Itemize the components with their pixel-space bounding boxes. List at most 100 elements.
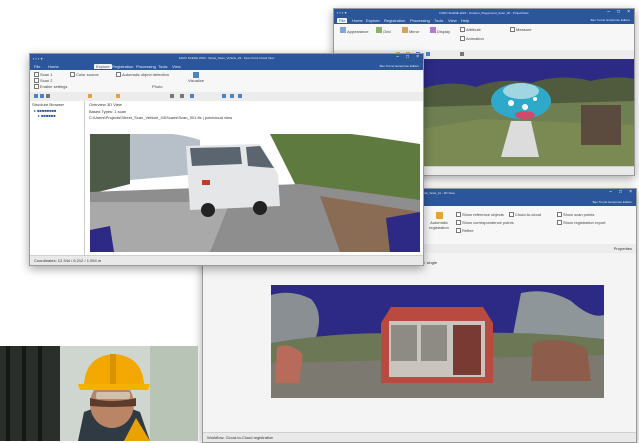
tab-explore[interactable]: Explore bbox=[94, 64, 112, 69]
checkbox[interactable] bbox=[460, 27, 465, 33]
ribbon-measure[interactable]: Measure bbox=[510, 27, 532, 33]
checkbox[interactable] bbox=[116, 72, 121, 78]
ribbon-cloud-to-cloud[interactable]: Cloud-to-cloud bbox=[509, 212, 541, 218]
ribbon-enable-settings[interactable]: Enable settings bbox=[34, 84, 68, 90]
ribbon-label: Show scan points bbox=[563, 212, 595, 217]
close-icon[interactable]: × bbox=[416, 54, 419, 60]
ribbon-automatic-registration[interactable]: Automatic registration bbox=[427, 212, 451, 230]
scan-viewport[interactable]: Based Types: 1 scan C:\Users\Projects\Si… bbox=[203, 253, 636, 433]
view-tab-3d[interactable]: 3D View bbox=[107, 102, 122, 107]
tool-icon[interactable] bbox=[230, 94, 234, 98]
ribbon-scan-1[interactable]: Scan 1 bbox=[34, 72, 53, 78]
tool-icon[interactable] bbox=[426, 52, 430, 56]
checkbox[interactable] bbox=[34, 84, 39, 90]
tab-help[interactable]: Help bbox=[461, 18, 469, 23]
tool-icon[interactable] bbox=[46, 94, 50, 98]
scan-viewport[interactable] bbox=[421, 59, 634, 167]
ribbon-show-reference-objects[interactable]: Show reference objects bbox=[456, 212, 504, 218]
ribbon-grid[interactable]: Grid bbox=[376, 27, 391, 34]
tab-file[interactable]: File bbox=[34, 64, 40, 69]
tab-tools[interactable]: Tools bbox=[158, 64, 167, 69]
tool-icon[interactable] bbox=[190, 94, 194, 98]
playground-point-cloud[interactable] bbox=[421, 59, 634, 167]
ribbon-refine[interactable]: Refine bbox=[456, 228, 474, 234]
ribbon-color-source[interactable]: Color source bbox=[70, 72, 99, 78]
close-icon[interactable]: × bbox=[627, 9, 630, 15]
ribbon-visualize[interactable]: Visualize bbox=[188, 72, 204, 83]
tool-icon[interactable] bbox=[238, 94, 242, 98]
maximize-icon[interactable]: □ bbox=[619, 189, 622, 195]
engineer-photo-image bbox=[0, 346, 198, 441]
checkbox[interactable] bbox=[456, 212, 461, 218]
ribbon-display[interactable]: Display bbox=[430, 27, 450, 34]
checkbox[interactable] bbox=[557, 220, 562, 226]
palette-icon bbox=[340, 27, 346, 33]
tool-icon[interactable] bbox=[40, 94, 44, 98]
tool-icon[interactable] bbox=[222, 94, 226, 98]
checkbox[interactable] bbox=[34, 78, 39, 84]
ribbon-label: Display bbox=[437, 29, 451, 34]
tab-registration[interactable]: Registration bbox=[112, 64, 133, 69]
structure-browser[interactable]: Structure Browser ▸ ■■■■■■■■ ▸ ■■■■■■ bbox=[30, 101, 85, 256]
tab-file[interactable]: File bbox=[337, 18, 348, 23]
tool-icon[interactable] bbox=[460, 52, 464, 56]
checkbox[interactable] bbox=[456, 228, 461, 234]
ribbon-appearance[interactable]: Appearance bbox=[340, 27, 369, 34]
checkbox[interactable] bbox=[34, 72, 39, 78]
tool-icon[interactable] bbox=[116, 94, 120, 98]
ribbon-mirror[interactable]: Mirror bbox=[402, 27, 419, 34]
tab-view[interactable]: View bbox=[172, 64, 181, 69]
checkbox[interactable] bbox=[70, 72, 75, 78]
minimize-icon[interactable]: – bbox=[609, 189, 612, 195]
view-tab-overview[interactable]: Overview bbox=[89, 102, 106, 107]
ribbon: Appearance Grid Mirror Display Attribute… bbox=[334, 24, 634, 51]
checkbox[interactable] bbox=[460, 36, 465, 42]
tab-home[interactable]: Home bbox=[352, 18, 363, 23]
scan-viewport[interactable]: Overview 3D View Based Types: 1 scan C:\… bbox=[85, 101, 423, 256]
ribbon-label: Automatic registration bbox=[429, 220, 449, 230]
tab-processing[interactable]: Processing bbox=[136, 64, 156, 69]
ribbon-show-registration-report[interactable]: Show registration report bbox=[557, 220, 605, 226]
tab-processing[interactable]: Processing bbox=[410, 18, 430, 23]
maximize-icon[interactable]: □ bbox=[617, 9, 620, 15]
checkbox[interactable] bbox=[456, 220, 461, 226]
tree-node[interactable]: ▸ ■■■■■■ bbox=[38, 113, 56, 118]
title-bar: ▪ ▪ ▪ ▾ FARO SCENE 2023 - Outdoor_Playgr… bbox=[334, 9, 634, 17]
vehicle-point-cloud[interactable] bbox=[90, 134, 420, 252]
maximize-icon[interactable]: □ bbox=[406, 54, 409, 60]
tool-icon[interactable] bbox=[88, 94, 92, 98]
close-icon[interactable]: × bbox=[629, 189, 632, 195]
panel-title: Structure Browser bbox=[32, 102, 65, 107]
registration-icon bbox=[435, 212, 443, 219]
ribbon-animation[interactable]: Animation bbox=[460, 36, 484, 42]
tab-tools[interactable]: Tools bbox=[434, 18, 443, 23]
ribbon-attribute[interactable]: Attribute bbox=[460, 27, 481, 33]
tab-home[interactable]: Home bbox=[48, 64, 59, 69]
tool-icon[interactable] bbox=[180, 94, 184, 98]
checkbox[interactable] bbox=[557, 212, 562, 218]
ribbon-label: Animation bbox=[466, 36, 484, 41]
user-label: Ben Turner Enterprise Edition bbox=[590, 18, 630, 22]
minimize-icon[interactable]: – bbox=[607, 9, 610, 15]
tool-icon[interactable] bbox=[34, 94, 38, 98]
tool-icon[interactable] bbox=[170, 94, 174, 98]
ribbon-label: Scan 1 bbox=[40, 72, 53, 77]
ribbon-label: Visualize bbox=[188, 78, 204, 83]
tab-registration[interactable]: Registration bbox=[384, 18, 405, 23]
ribbon-show-correspondence-points[interactable]: Show correspondence points bbox=[456, 220, 514, 226]
scan-label: Based Types: 1 scan bbox=[89, 109, 127, 114]
checkbox[interactable] bbox=[510, 27, 515, 33]
ribbon-photo[interactable]: Photo bbox=[152, 84, 162, 89]
tab-view[interactable]: View bbox=[448, 18, 457, 23]
ribbon-label: Attribute bbox=[466, 27, 481, 32]
ribbon-automatic-object-detection[interactable]: Automatic object detection bbox=[116, 72, 169, 78]
minimize-icon[interactable]: – bbox=[396, 54, 399, 60]
ribbon-scan-2[interactable]: Scan 2 bbox=[34, 78, 52, 84]
ribbon-show-scan-points[interactable]: Show scan points bbox=[557, 212, 595, 218]
ribbon-label: Enable settings bbox=[40, 84, 68, 89]
window-title: FARO SCENE 2023 - Street_Scan_Vehicle_03… bbox=[178, 56, 275, 60]
checkbox[interactable] bbox=[509, 212, 514, 218]
kiosk-point-cloud[interactable] bbox=[271, 285, 604, 398]
tab-explore[interactable]: Explore bbox=[366, 18, 380, 23]
user-label: Ben Turner Enterprise Edition bbox=[592, 200, 632, 204]
